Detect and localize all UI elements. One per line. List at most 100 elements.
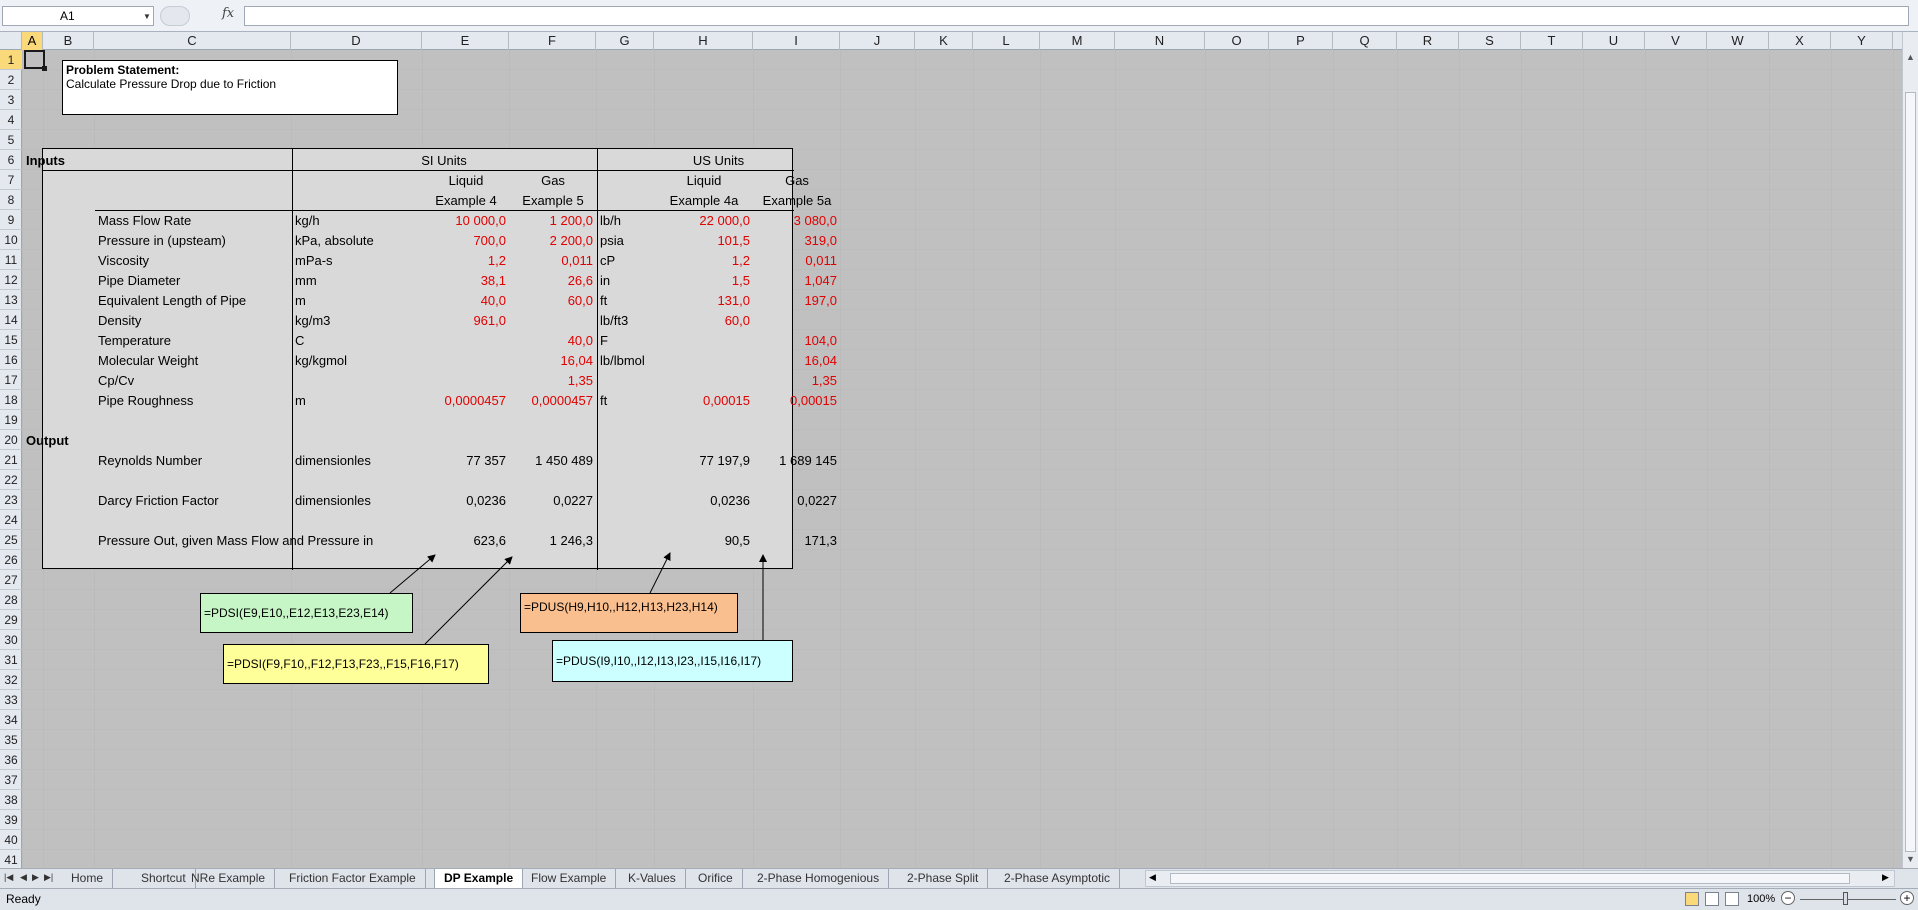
column-header-f[interactable]: F <box>509 32 596 50</box>
row-header-40[interactable]: 40 <box>0 830 22 850</box>
zoom-out-icon[interactable]: − <box>1781 891 1795 905</box>
row-header-5[interactable]: 5 <box>0 130 22 150</box>
column-header-l[interactable]: L <box>973 32 1040 50</box>
fill-handle[interactable] <box>42 66 47 71</box>
row-header-12[interactable]: 12 <box>0 270 22 290</box>
zoom-in-icon[interactable]: + <box>1900 891 1914 905</box>
first-sheet-icon[interactable]: |◀ <box>4 872 13 883</box>
column-header-b[interactable]: B <box>43 32 94 50</box>
row-header-14[interactable]: 14 <box>0 310 22 330</box>
horizontal-scroll-thumb[interactable] <box>1170 873 1850 884</box>
sheet-tab-2-phase-split[interactable]: 2-Phase Split <box>898 869 989 888</box>
column-header-p[interactable]: P <box>1269 32 1333 50</box>
column-header-u[interactable]: U <box>1583 32 1645 50</box>
sheet-tab-2-phase-homogenious[interactable]: 2-Phase Homogenious <box>748 869 890 888</box>
row-header-30[interactable]: 30 <box>0 630 22 650</box>
select-all-corner[interactable] <box>0 32 22 50</box>
row-header-22[interactable]: 22 <box>0 470 22 490</box>
row-header-4[interactable]: 4 <box>0 110 22 130</box>
row-header-36[interactable]: 36 <box>0 750 22 770</box>
row-header-27[interactable]: 27 <box>0 570 22 590</box>
row-header-19[interactable]: 19 <box>0 410 22 430</box>
row-header-23[interactable]: 23 <box>0 490 22 510</box>
row-header-38[interactable]: 38 <box>0 790 22 810</box>
row-header-7[interactable]: 7 <box>0 170 22 190</box>
column-header-q[interactable]: Q <box>1333 32 1397 50</box>
column-header-r[interactable]: R <box>1397 32 1459 50</box>
vertical-scroll-thumb[interactable] <box>1905 92 1916 852</box>
function-icon[interactable]: fx <box>222 6 234 21</box>
column-header-o[interactable]: O <box>1205 32 1269 50</box>
formula-input[interactable] <box>244 6 1909 26</box>
sheet-tab-orifice[interactable]: Orifice <box>689 869 743 888</box>
column-header-j[interactable]: J <box>840 32 915 50</box>
row-header-31[interactable]: 31 <box>0 650 22 670</box>
row-header-9[interactable]: 9 <box>0 210 22 230</box>
column-header-s[interactable]: S <box>1459 32 1521 50</box>
row-header-15[interactable]: 15 <box>0 330 22 350</box>
row-header-17[interactable]: 17 <box>0 370 22 390</box>
row-header-34[interactable]: 34 <box>0 710 22 730</box>
next-sheet-icon[interactable]: ▶ <box>32 872 39 883</box>
row-header-35[interactable]: 35 <box>0 730 22 750</box>
row-header-20[interactable]: 20 <box>0 430 22 450</box>
horizontal-scrollbar[interactable]: ◀ ▶ <box>1145 870 1895 887</box>
column-header-i[interactable]: I <box>753 32 840 50</box>
row-header-6[interactable]: 6 <box>0 150 22 170</box>
scroll-right-icon[interactable]: ▶ <box>1882 872 1889 883</box>
row-header-16[interactable]: 16 <box>0 350 22 370</box>
zoom-level[interactable]: 100% <box>1747 889 1775 909</box>
column-header-y[interactable]: Y <box>1831 32 1893 50</box>
zoom-slider-thumb[interactable] <box>1843 892 1848 905</box>
row-header-1[interactable]: 1 <box>0 50 22 70</box>
row-header-24[interactable]: 24 <box>0 510 22 530</box>
chevron-down-icon[interactable]: ▼ <box>143 12 151 21</box>
row-header-13[interactable]: 13 <box>0 290 22 310</box>
row-header-32[interactable]: 32 <box>0 670 22 690</box>
row-header-2[interactable]: 2 <box>0 70 22 90</box>
row-header-11[interactable]: 11 <box>0 250 22 270</box>
row-header-29[interactable]: 29 <box>0 610 22 630</box>
sheet-tab-home[interactable]: Home <box>62 869 114 888</box>
row-header-41[interactable]: 41 <box>0 850 22 870</box>
sheet-tab-2-phase-asymptotic[interactable]: 2-Phase Asymptotic <box>995 869 1121 888</box>
row-header-39[interactable]: 39 <box>0 810 22 830</box>
prev-sheet-icon[interactable]: ◀ <box>20 872 27 883</box>
row-header-21[interactable]: 21 <box>0 450 22 470</box>
row-header-8[interactable]: 8 <box>0 190 22 210</box>
scroll-left-icon[interactable]: ◀ <box>1149 872 1156 883</box>
sheet-tab-friction-factor-example[interactable]: Friction Factor Example <box>280 869 426 888</box>
normal-view-icon[interactable] <box>1685 892 1699 906</box>
scroll-down-icon[interactable]: ▼ <box>1906 854 1915 864</box>
column-header-g[interactable]: G <box>596 32 654 50</box>
column-header-c[interactable]: C <box>94 32 291 50</box>
column-header-n[interactable]: N <box>1115 32 1205 50</box>
worksheet-grid[interactable]: Problem Statement: Calculate Pressure Dr… <box>22 50 1902 868</box>
column-header-k[interactable]: K <box>915 32 973 50</box>
row-header-10[interactable]: 10 <box>0 230 22 250</box>
column-header-h[interactable]: H <box>654 32 753 50</box>
row-header-3[interactable]: 3 <box>0 90 22 110</box>
scroll-up-icon[interactable]: ▲ <box>1906 52 1915 62</box>
column-header-d[interactable]: D <box>291 32 422 50</box>
column-header-v[interactable]: V <box>1645 32 1707 50</box>
column-header-x[interactable]: X <box>1769 32 1831 50</box>
column-header-e[interactable]: E <box>422 32 509 50</box>
zoom-slider-track[interactable] <box>1800 899 1896 900</box>
column-header-a[interactable]: A <box>22 32 43 50</box>
row-header-26[interactable]: 26 <box>0 550 22 570</box>
row-header-33[interactable]: 33 <box>0 690 22 710</box>
sheet-tab-nre-example[interactable]: NRe Example <box>182 869 276 888</box>
last-sheet-icon[interactable]: ▶| <box>44 872 53 883</box>
column-header-w[interactable]: W <box>1707 32 1769 50</box>
page-break-view-icon[interactable] <box>1725 892 1739 906</box>
formula-bar-expand-handle[interactable] <box>160 6 190 26</box>
name-box[interactable]: A1 <box>2 6 154 26</box>
row-header-25[interactable]: 25 <box>0 530 22 550</box>
row-header-18[interactable]: 18 <box>0 390 22 410</box>
sheet-tab-dp-example[interactable]: DP Example <box>434 869 524 888</box>
column-header-m[interactable]: M <box>1040 32 1115 50</box>
column-header-t[interactable]: T <box>1521 32 1583 50</box>
row-header-37[interactable]: 37 <box>0 770 22 790</box>
vertical-scrollbar[interactable]: ▲ ▼ <box>1902 32 1918 868</box>
